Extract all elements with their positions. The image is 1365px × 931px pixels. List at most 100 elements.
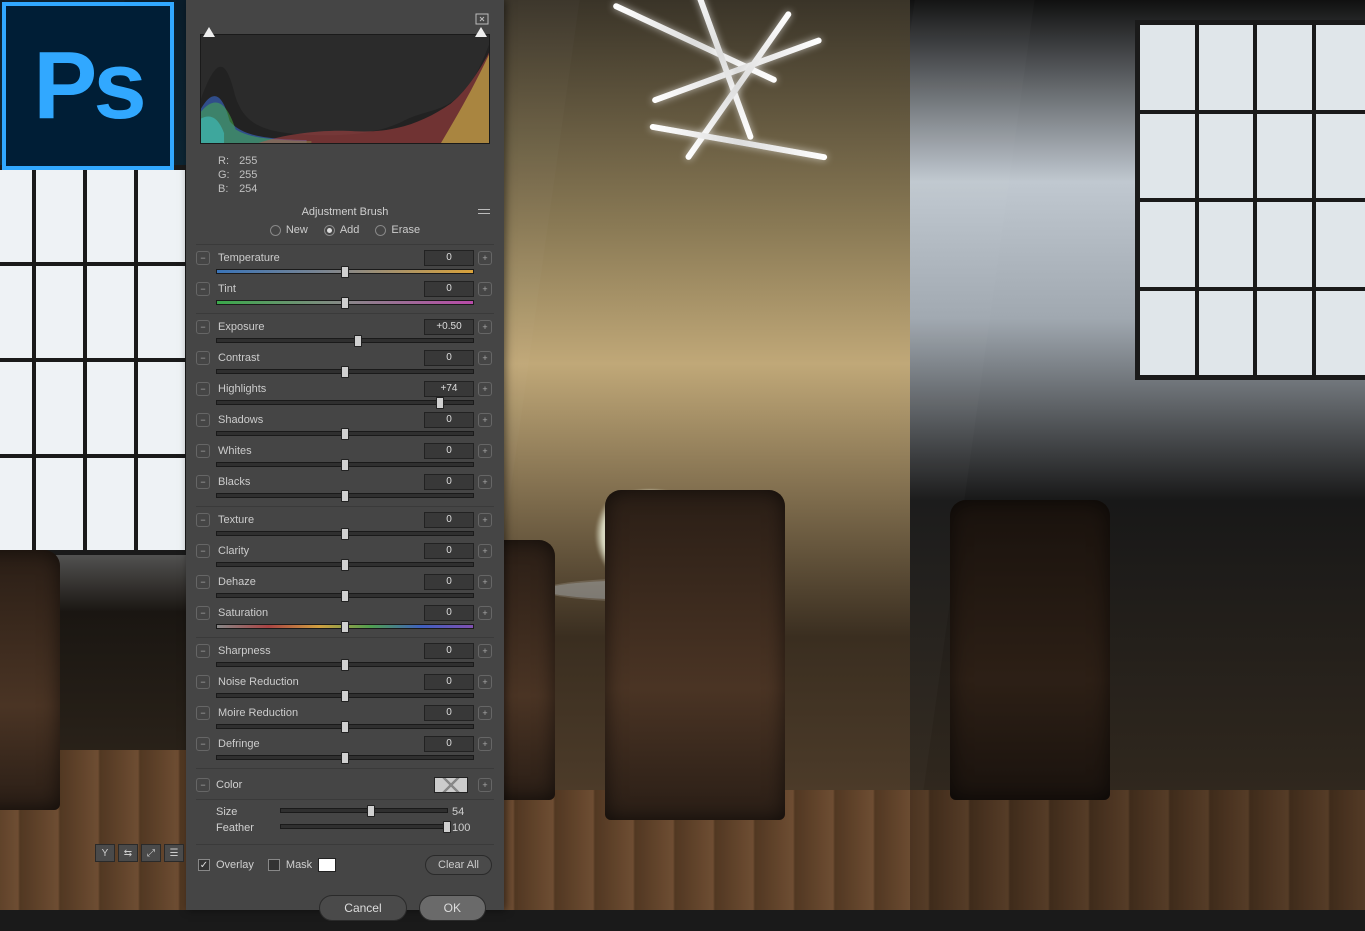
slider-track[interactable] [280, 821, 448, 835]
slider-track[interactable] [216, 266, 474, 280]
slider-value[interactable]: 0 [424, 736, 474, 752]
slider-value[interactable]: 0 [424, 674, 474, 690]
mode-add[interactable]: Add [324, 224, 360, 236]
minus-icon[interactable]: − [196, 706, 210, 720]
plus-icon[interactable]: + [478, 706, 492, 720]
plus-icon[interactable]: + [478, 444, 492, 458]
clear-all-button[interactable]: Clear All [425, 855, 492, 875]
minus-icon[interactable]: − [196, 513, 210, 527]
ok-button[interactable]: OK [419, 895, 486, 921]
adjustment-brush-panel: R: 255 G: 255 B: 254 Adjustment Brush Ne… [186, 0, 504, 910]
slider-track[interactable] [216, 690, 474, 704]
slider-value[interactable]: 0 [424, 643, 474, 659]
slider-track[interactable] [216, 721, 474, 735]
cancel-button[interactable]: Cancel [319, 895, 406, 921]
slider-value[interactable]: +0.50 [424, 319, 474, 335]
plus-icon[interactable]: + [478, 320, 492, 334]
slider-value[interactable]: 0 [424, 412, 474, 428]
slider-value[interactable]: 0 [424, 281, 474, 297]
plus-icon[interactable]: + [478, 251, 492, 265]
slider-value[interactable]: 0 [424, 605, 474, 621]
slider-exposure: −Exposure+0.50+ [196, 318, 494, 349]
compare-tool[interactable]: Y [95, 844, 115, 862]
sliders-tool[interactable]: ☰ [164, 844, 184, 862]
slider-label: Blacks [216, 476, 420, 488]
plus-icon[interactable]: + [478, 575, 492, 589]
mode-erase[interactable]: Erase [375, 224, 420, 236]
minus-icon[interactable]: − [196, 382, 210, 396]
checkbox-icon [198, 859, 210, 871]
slider-value[interactable]: +74 [424, 381, 474, 397]
slider-value[interactable]: 0 [424, 474, 474, 490]
minus-icon[interactable]: − [196, 644, 210, 658]
plus-icon[interactable]: + [478, 544, 492, 558]
minus-icon[interactable]: − [196, 320, 210, 334]
slider-value[interactable]: 0 [424, 443, 474, 459]
slider-contrast: −Contrast0+ [196, 349, 494, 380]
zoom-tool[interactable]: ⤢ [141, 844, 161, 862]
panel-menu-icon[interactable] [478, 208, 490, 216]
bg-segment-warm [455, 0, 910, 910]
minus-icon[interactable]: − [196, 778, 210, 792]
mask-swatch[interactable] [318, 858, 336, 872]
slider-value[interactable]: 0 [424, 250, 474, 266]
color-swatch[interactable] [434, 777, 468, 793]
minus-icon[interactable]: − [196, 475, 210, 489]
slider-track[interactable] [216, 297, 474, 311]
slider-track[interactable] [216, 559, 474, 573]
plus-icon[interactable]: + [478, 475, 492, 489]
minus-icon[interactable]: − [196, 282, 210, 296]
slider-value[interactable]: 0 [424, 574, 474, 590]
shadow-clip-icon[interactable] [203, 27, 215, 37]
overlay-checkbox[interactable]: Overlay [198, 859, 254, 871]
minus-icon[interactable]: − [196, 351, 210, 365]
slider-label: Shadows [216, 414, 420, 426]
minus-icon[interactable]: − [196, 675, 210, 689]
slider-value[interactable]: 54 [452, 806, 494, 818]
slider-track[interactable] [216, 366, 474, 380]
section-title: Adjustment Brush [196, 202, 494, 220]
histogram[interactable] [200, 34, 490, 144]
slider-track[interactable] [216, 397, 474, 411]
slider-track[interactable] [216, 335, 474, 349]
slider-value[interactable]: 0 [424, 705, 474, 721]
before-after-tool[interactable]: ⇆ [118, 844, 138, 862]
minus-icon[interactable]: − [196, 444, 210, 458]
minus-icon[interactable]: − [196, 544, 210, 558]
plus-icon[interactable]: + [478, 737, 492, 751]
photoshop-logo-text: Ps [33, 31, 142, 141]
slider-value[interactable]: 0 [424, 543, 474, 559]
plus-icon[interactable]: + [478, 413, 492, 427]
slider-track[interactable] [216, 490, 474, 504]
plus-icon[interactable]: + [478, 351, 492, 365]
slider-track[interactable] [216, 659, 474, 673]
plus-icon[interactable]: + [478, 675, 492, 689]
slider-track[interactable] [216, 752, 474, 766]
slider-value[interactable]: 0 [424, 512, 474, 528]
highlight-clip-icon[interactable] [475, 27, 487, 37]
plus-icon[interactable]: + [478, 513, 492, 527]
slider-value[interactable]: 100 [452, 822, 494, 834]
minus-icon[interactable]: − [196, 413, 210, 427]
slider-track[interactable] [216, 528, 474, 542]
plus-icon[interactable]: + [478, 644, 492, 658]
slider-value[interactable]: 0 [424, 350, 474, 366]
mask-checkbox[interactable]: Mask [268, 858, 336, 872]
minus-icon[interactable]: − [196, 251, 210, 265]
plus-icon[interactable]: + [478, 606, 492, 620]
plus-icon[interactable]: + [478, 778, 492, 792]
slider-track[interactable] [216, 428, 474, 442]
minus-icon[interactable]: − [196, 606, 210, 620]
slider-track[interactable] [216, 621, 474, 635]
r-value: 255 [239, 154, 257, 168]
slider-track[interactable] [216, 459, 474, 473]
plus-icon[interactable]: + [478, 282, 492, 296]
slider-track[interactable] [280, 805, 448, 819]
slider-track[interactable] [216, 590, 474, 604]
minus-icon[interactable]: − [196, 575, 210, 589]
r-label: R: [218, 154, 236, 168]
mode-new[interactable]: New [270, 224, 308, 236]
minus-icon[interactable]: − [196, 737, 210, 751]
plus-icon[interactable]: + [478, 382, 492, 396]
panel-expand-icon[interactable] [472, 10, 492, 28]
